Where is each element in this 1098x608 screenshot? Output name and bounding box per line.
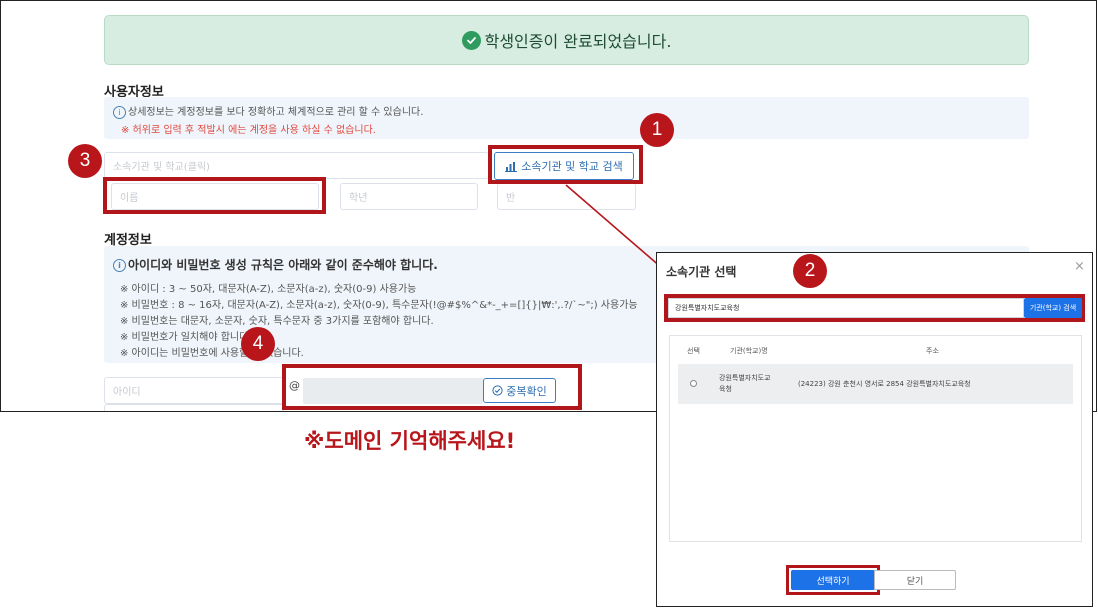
org-name: 강원특별자치도교육청 [719, 374, 771, 393]
remember-domain-note: ※도메인 기억해주세요! [304, 429, 516, 453]
modal-title: 소속기관 선택 [666, 265, 737, 279]
rule-line: ※ 아이디는 비밀번호에 사용할 수 없습니다. [120, 348, 304, 359]
org-search-button[interactable]: 기관(학교) 검색 [1024, 298, 1082, 318]
column-header: 기관(학교)명 [730, 347, 768, 355]
close-button[interactable]: 닫기 [874, 570, 956, 590]
column-header: 선택 [687, 347, 700, 355]
step-badge-4: 4 [241, 327, 275, 361]
highlight-domain-field [282, 364, 582, 410]
step-badge-1: 1 [640, 113, 674, 147]
info-icon: i [113, 105, 126, 119]
step-badge-3: 3 [68, 144, 102, 178]
highlight-search-button [488, 145, 643, 184]
org-select-modal: 소속기관 선택 × 강원특별자치도교육청 기관(학교) 검색 선택 기관(학교)… [656, 252, 1093, 607]
grade-input[interactable]: 학년 [340, 183, 478, 210]
rule-line: ※ 비밀번호 : 8 ~ 16자, 대문자(A-Z), 소문자(a-z), 숫자… [120, 300, 638, 311]
user-info-warning: ※ 허위로 입력 후 적발시 에는 계정을 사용 하실 수 없습니다. [121, 125, 376, 136]
org-address: (24223) 강원 춘천시 영서로 2854 강원특별자치도교육청 [798, 380, 971, 388]
step-badge-2: 2 [793, 254, 827, 288]
success-banner: 학생인증이 완료되었습니다. [104, 15, 1029, 65]
table-row[interactable]: 강원특별자치도교육청 (24223) 강원 춘천시 영서로 2854 강원특별자… [678, 364, 1073, 404]
org-school-input[interactable]: 소속기관 및 학교(클릭) [104, 152, 489, 179]
select-button[interactable]: 선택하기 [791, 570, 875, 590]
user-info-notice-box: i 상세정보는 계정정보를 보다 정확하고 체계적으로 관리 할 수 있습니다. … [104, 97, 1029, 139]
check-circle-icon [461, 30, 481, 50]
table-header: 선택 기관(학교)명 주소 [670, 336, 1081, 364]
highlight-name-input [103, 177, 326, 214]
column-header: 주소 [926, 347, 939, 355]
org-search-input[interactable]: 강원특별자치도교육청 [668, 298, 1024, 318]
class-input[interactable]: 반 [497, 183, 636, 210]
success-text: 학생인증이 완료되었습니다. [484, 32, 672, 51]
info-icon: i [113, 259, 126, 272]
row-radio[interactable] [690, 380, 697, 387]
password-input[interactable] [104, 404, 284, 411]
org-results-table: 선택 기관(학교)명 주소 강원특별자치도교육청 (24223) 강원 춘천시 … [669, 335, 1082, 542]
close-icon[interactable]: × [1074, 259, 1085, 274]
user-info-notice: i 상세정보는 계정정보를 보다 정확하고 체계적으로 관리 할 수 있습니다. [113, 103, 423, 119]
id-input[interactable]: 아이디 [104, 377, 284, 404]
rule-line: ※ 비밀번호는 대문자, 소문자, 숫자, 특수문자 중 3가지를 포함해야 합… [120, 316, 434, 327]
rule-line: ※ 아이디 : 3 ~ 50자, 대문자(A-Z), 소문자(a-z), 숫자(… [120, 284, 417, 295]
account-rules-heading: i 아이디와 비밀번호 생성 규칙은 아래와 같이 준수해야 합니다. [113, 256, 438, 273]
rule-line: ※ 비밀번호가 일치해야 합니다. [120, 332, 252, 343]
